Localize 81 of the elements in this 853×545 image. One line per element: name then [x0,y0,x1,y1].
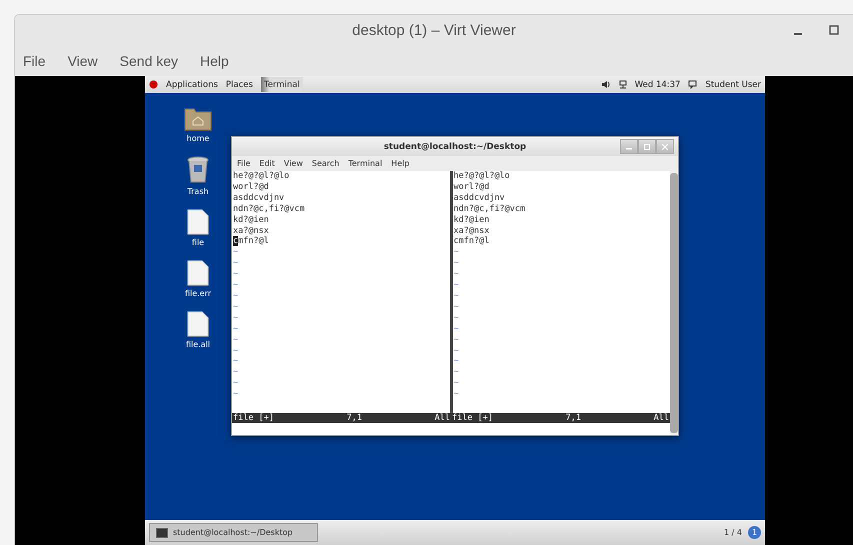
tilde: ~ [233,290,240,302]
tilde: ~ [454,247,460,258]
close-icon [662,144,668,150]
tilde: ~ [454,378,460,390]
tilde: ~ [454,346,460,356]
text-line: cmfn?@l [233,236,270,248]
menu-item[interactable]: Help [200,53,229,69]
tilde: ~ [454,334,460,346]
terminal-title: student@localhost:~/Desktop [384,142,526,152]
tilde: ~ [233,389,240,400]
menu-item[interactable]: Send key [120,53,178,69]
icon-label[interactable]: file.all [186,340,210,349]
menu-item[interactable]: View [68,53,98,69]
tilde: ~ [454,356,460,368]
menu-item[interactable]: File [23,53,46,69]
tilde: ~ [233,334,240,346]
tilde: ~ [454,269,460,280]
workspace-label: 1 / 4 [724,528,742,537]
document-icon [187,209,209,235]
applications-menu[interactable]: Applications [166,80,218,90]
tilde: ~ [454,258,460,270]
tilde: ~ [454,324,460,335]
status-line: file [+] 7,1 All [451,413,670,423]
text-line: worl?@d [454,182,490,193]
document-icon [186,311,209,337]
user-menu[interactable]: Student User [705,80,761,90]
menu-item[interactable]: Help [391,159,410,168]
maximize-icon[interactable] [829,24,839,36]
tilde: ~ [454,389,460,400]
icon-label[interactable]: home [186,134,210,143]
task-button[interactable]: student@localhost:~/Desktop [149,523,318,542]
tilde: ~ [233,324,240,335]
status-line: file [+] 7,1 All [232,413,451,423]
tilde: ~ [233,258,240,270]
text-line: he?@?@l?@lo [454,171,511,182]
tilde: ~ [233,367,240,378]
scrollbar[interactable] [670,171,678,435]
chat-icon [688,80,698,89]
icon-label[interactable]: file [192,238,204,247]
window-title: desktop (1) – Virt Viewer [352,22,516,39]
menu-item[interactable]: Search [312,159,340,168]
tilde: ~ [233,280,240,291]
tilde: ~ [233,356,240,368]
terminal-task[interactable]: Terminal [260,77,303,92]
tilde: ~ [454,367,460,378]
tilde: ~ [454,302,460,313]
tilde: ~ [454,290,460,302]
tilde: ~ [454,312,460,324]
tilde: ~ [233,378,240,390]
text-line: kd?@ien [454,214,490,226]
icon-label[interactable]: file.err [184,289,212,298]
document-icon [187,260,209,286]
terminal-icon [156,528,168,538]
network-icon[interactable] [618,80,627,89]
text-line: xa?@nsx [233,226,270,236]
text-line: ndn?@c,fi?@vcm [454,204,526,215]
icon-label[interactable]: Trash [187,187,209,196]
tilde: ~ [233,302,240,313]
text-line: ndn?@c,fi?@vcm [233,204,306,215]
workspace-badge[interactable]: 1 [748,526,761,539]
tilde: ~ [454,280,460,291]
speaker-icon[interactable] [600,80,611,89]
places-menu[interactable]: Places [226,80,253,90]
menu-item[interactable]: File [237,159,250,168]
tilde: ~ [233,247,240,258]
text-line: he?@?@l?@lo [233,171,290,182]
menu-item[interactable]: Edit [259,159,275,168]
maximize-icon [644,144,650,150]
menu-item[interactable]: View [284,159,303,168]
text-line: kd?@ien [233,214,270,226]
tilde: ~ [233,312,240,324]
text-line: cmfn?@l [454,236,490,248]
text-line: asddcvdjnv [233,192,286,204]
menu-item[interactable]: Terminal [348,159,382,168]
tilde: ~ [233,269,240,280]
text-line: asddcvdjnv [454,192,506,204]
tilde: ~ [233,346,240,356]
text-line: xa?@nsx [454,226,490,236]
trash-icon [186,156,210,184]
text-line: worl?@d [233,182,270,193]
clock[interactable]: Wed 14:37 [634,80,680,90]
